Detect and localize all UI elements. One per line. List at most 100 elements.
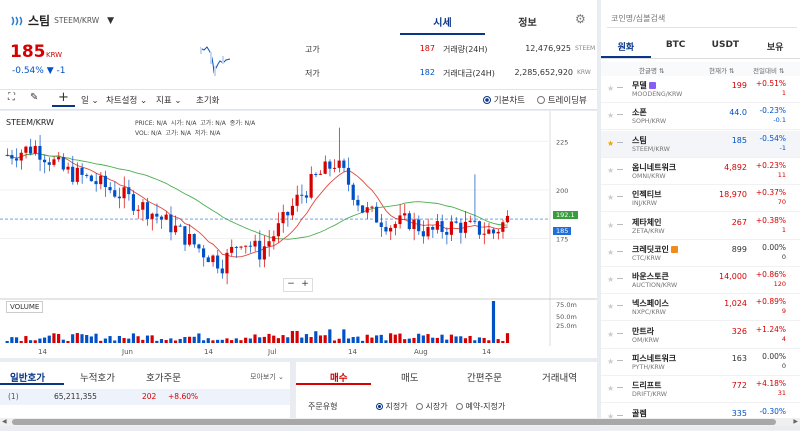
tab-simple-order[interactable]: 간편주문 — [467, 370, 502, 384]
star-icon[interactable]: ★ — [607, 384, 614, 393]
market-row-name: 인젝티브 — [632, 189, 661, 200]
candlestick-chart[interactable]: 225 200 175 75.0m 50.0m 25.0m STEEM/KRW PRIC… — [0, 111, 597, 346]
gear-icon[interactable]: ⚙ — [575, 12, 586, 26]
scrollbar-thumb[interactable] — [12, 419, 776, 425]
order-type-market[interactable]: 시장가 — [416, 401, 448, 412]
order-type-reserved[interactable]: 예약-지정가 — [456, 401, 505, 412]
time-tick-label: 14 — [482, 348, 491, 356]
coin-search-input[interactable] — [607, 10, 797, 28]
horizontal-scrollbar[interactable]: ◀ ▶ — [0, 418, 800, 426]
volume-bar — [136, 336, 140, 343]
coin-select-caret-icon[interactable]: ▼ — [107, 16, 114, 26]
pencil-icon[interactable]: ✎ — [30, 92, 38, 103]
market-row[interactable]: ★ 드리프트 DRIFT/KRW 772 +4.18% 31 — [601, 376, 800, 404]
col-change-header[interactable]: 전일대비 ⇅ — [753, 65, 784, 75]
zoom-out-button[interactable]: − — [287, 279, 295, 291]
volume-bar — [342, 329, 346, 343]
volume-bar — [169, 338, 173, 343]
zoom-in-button[interactable]: + — [301, 279, 309, 291]
star-icon[interactable]: ★ — [607, 275, 614, 284]
tab-orderbook-order[interactable]: 호가주문 — [146, 370, 181, 384]
orderbook-row[interactable]: (1) 65,211,355 202 +8.60% — [0, 389, 290, 405]
market-row-diff: 9 — [781, 307, 786, 316]
market-row[interactable]: ★ 인젝티브 INJ/KRW 18,970 +0.37% 70 — [601, 185, 800, 213]
candle-body — [487, 229, 491, 234]
candle-body — [412, 219, 416, 230]
star-icon[interactable]: ★ — [607, 248, 614, 257]
basic-chart-label: 기본차트 — [493, 96, 525, 106]
coin-header: 스팀 STEEM/KRW ▼ 185 KRW -0.54% ▼ -1 고가 18… — [0, 0, 597, 90]
market-row-name-text: 무델 — [632, 81, 647, 90]
volume-bar — [71, 334, 75, 343]
candle-body — [57, 157, 61, 160]
candle-body — [403, 213, 407, 216]
basic-chart-radio[interactable]: 기본차트 — [483, 94, 525, 106]
market-row[interactable]: ★ 바운스토큰 AUCTION/KRW 14,000 +0.86% 120 — [601, 267, 800, 295]
col-name-header[interactable]: 한글명 ⇅ — [639, 65, 664, 75]
star-icon[interactable]: ★ — [607, 330, 614, 339]
star-icon[interactable]: ★ — [607, 193, 614, 202]
crosshair-icon[interactable]: + — [52, 90, 75, 107]
volume-tick-label: 75.0m — [556, 301, 577, 309]
market-row[interactable]: ★ 제타체인 ZETA/KRW 267 +0.38% 1 — [601, 213, 800, 240]
star-icon[interactable]: ★ — [607, 357, 614, 366]
tab-holdings[interactable]: 보유 — [750, 33, 800, 58]
tab-buy[interactable]: 매수 — [330, 370, 347, 384]
market-row-price: 1,024 — [724, 299, 747, 309]
volume-bar — [57, 334, 61, 343]
star-icon[interactable]: ★ — [607, 139, 614, 148]
tab-krw[interactable]: 원화 — [601, 33, 651, 58]
market-row[interactable]: ★ 스팀 STEEM/KRW 185 -0.54% -1 — [601, 130, 800, 158]
indicators-label: 지표 — [156, 96, 172, 106]
tab-price[interactable]: 시세 — [400, 5, 485, 35]
aggregate-view-select[interactable]: 모아보기 ⌄ — [250, 372, 284, 382]
market-row[interactable]: ★ 옴니네트워크 OMNI/KRW 4,892 +0.23% 11 — [601, 158, 800, 185]
col-price-header[interactable]: 현재가 ⇅ — [709, 65, 734, 75]
fullscreen-icon[interactable]: ⛶ — [8, 92, 15, 103]
volume-bar — [365, 334, 369, 343]
tab-info[interactable]: 정보 — [485, 5, 570, 35]
tradingview-radio[interactable]: 트레이딩뷰 — [537, 94, 587, 106]
star-icon[interactable]: ★ — [607, 111, 614, 120]
market-row-name-text: 스팀 — [632, 135, 647, 145]
tab-cumulative-orderbook[interactable]: 누적호가 — [80, 370, 115, 384]
radio-unchecked-icon — [537, 96, 545, 104]
volume-label: VOLUME — [6, 301, 44, 313]
coin-title[interactable]: 스팀 STEEM/KRW ▼ — [10, 12, 114, 29]
star-icon[interactable]: ★ — [607, 302, 614, 311]
market-row[interactable]: ★ 소폰 SOPH/KRW 44.0 -0.23% -0.1 — [601, 103, 800, 131]
market-row[interactable]: ★ 만트라 OM/KRW 326 +1.24% 4 — [601, 322, 800, 349]
reset-button[interactable]: 초기화 — [196, 94, 219, 106]
tab-btc[interactable]: BTC — [651, 33, 701, 58]
volume-bar — [318, 335, 323, 343]
candle-body — [66, 166, 70, 170]
chart-mini-icon — [617, 196, 623, 198]
volume-bar — [239, 340, 243, 343]
market-row-name: 옴니네트워크 — [632, 162, 676, 173]
market-row[interactable]: ★ 넥스페이스 NXPC/KRW 1,024 +0.89% 9 — [601, 294, 800, 322]
tab-normal-orderbook[interactable]: 일반호가 — [10, 370, 45, 384]
price-unit: KRW — [46, 51, 63, 59]
interval-select[interactable]: 일 ⌄ — [81, 94, 99, 106]
tab-sell[interactable]: 매도 — [401, 370, 418, 384]
market-row[interactable]: ★ 무델 MOODENG/KRW 199 +0.51% 1 — [601, 76, 800, 103]
star-icon[interactable]: ★ — [607, 221, 614, 230]
candle-body — [127, 187, 131, 195]
volume-bar — [99, 340, 103, 343]
market-row[interactable]: ★ 크레딧코인 CTC/KRW 899 0.00% 0 — [601, 240, 800, 267]
scroll-right-icon[interactable]: ▶ — [793, 418, 798, 425]
star-icon[interactable]: ★ — [607, 166, 614, 175]
tab-usdt[interactable]: USDT — [701, 33, 751, 58]
star-icon[interactable]: ★ — [607, 84, 614, 93]
chart-settings-menu[interactable]: 차트설정 ⌄ — [106, 94, 147, 106]
tab-trade-history[interactable]: 거래내역 — [542, 370, 577, 384]
scroll-left-icon[interactable]: ◀ — [2, 418, 7, 425]
candle-body — [71, 166, 75, 182]
order-type-limit[interactable]: 지정가 — [376, 401, 408, 412]
indicators-menu[interactable]: 지표 ⌄ — [156, 94, 181, 106]
market-row[interactable]: ★ 피스네트워크 PYTH/KRW 163 0.00% 0 — [601, 349, 800, 376]
volume-bar — [14, 337, 19, 343]
candle-body — [155, 213, 159, 217]
price-change: -0.54% ▼ -1 — [12, 66, 66, 76]
candle-body — [435, 221, 439, 230]
